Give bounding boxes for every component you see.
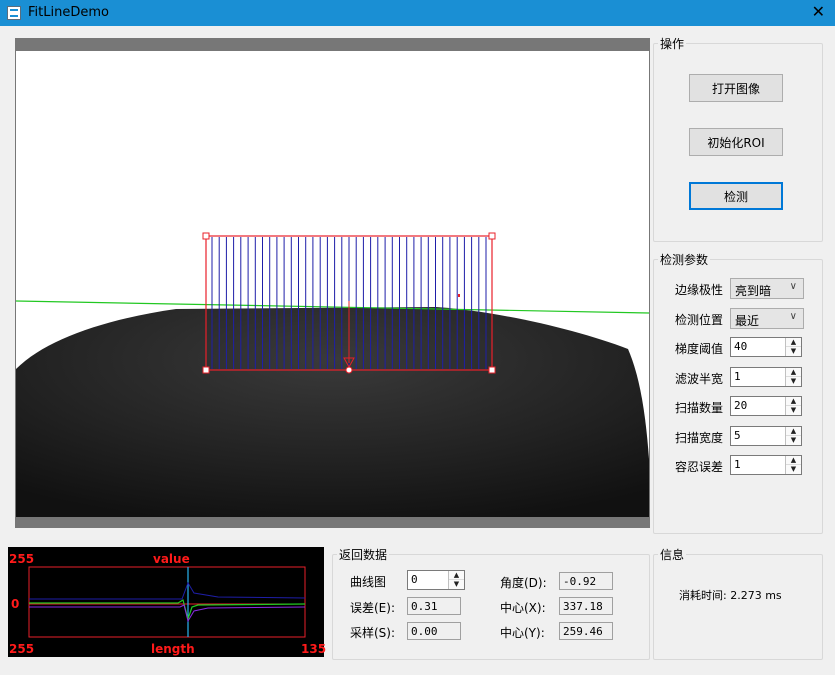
- roi-handle-tl: [202, 232, 210, 240]
- spin-up-icon[interactable]: ▲: [449, 571, 464, 580]
- roi-handle-tr: [488, 232, 496, 240]
- detect-position-select[interactable]: 最近 ∨: [730, 308, 804, 329]
- plot-value-label: value: [153, 552, 190, 566]
- curve-spinbox[interactable]: 0 ▲ ▼: [407, 570, 465, 590]
- gradient-threshold-value: 40: [734, 340, 748, 353]
- plot-length-label: length: [151, 642, 195, 656]
- image-top-border: [16, 39, 649, 51]
- tolerance-value: 1: [734, 458, 741, 471]
- results-legend: 返回数据: [339, 548, 388, 562]
- edge-polarity-select[interactable]: 亮到暗 ∨: [730, 278, 804, 299]
- center-x-value: 337.18: [563, 600, 603, 613]
- spin-buttons[interactable]: ▲ ▼: [785, 456, 801, 474]
- spin-up-icon[interactable]: ▲: [786, 338, 801, 347]
- title-bar: FitLineDemo ✕: [0, 0, 835, 26]
- sample-label: 采样(S):: [350, 626, 396, 640]
- center-y-label: 中心(Y):: [500, 626, 545, 640]
- edge-polarity-value: 亮到暗: [735, 284, 772, 298]
- roi-handle-br: [488, 366, 496, 374]
- scan-width-label: 扫描宽度: [675, 431, 724, 445]
- spin-buttons[interactable]: ▲ ▼: [785, 368, 801, 386]
- chevron-down-icon: ∨: [789, 311, 797, 322]
- spin-down-icon[interactable]: ▼: [786, 377, 801, 386]
- app-icon: [7, 6, 21, 20]
- spin-down-icon[interactable]: ▼: [449, 580, 464, 589]
- scan-count-label: 扫描数量: [675, 401, 724, 415]
- plot-top-left-label: 255: [9, 552, 35, 566]
- plot-frame: [28, 566, 306, 638]
- spin-buttons[interactable]: ▲ ▼: [448, 571, 464, 589]
- angle-value: -0.92: [563, 575, 597, 588]
- scan-count-spinbox[interactable]: 20 ▲ ▼: [730, 396, 802, 416]
- spin-up-icon[interactable]: ▲: [786, 427, 801, 436]
- center-y-field[interactable]: 259.46: [559, 622, 613, 640]
- filter-half-width-spinbox[interactable]: 1 ▲ ▼: [730, 367, 802, 387]
- operations-legend: 操作: [660, 37, 685, 51]
- scan-count-value: 20: [734, 399, 748, 412]
- image-bottom-border: [16, 517, 649, 527]
- spin-down-icon[interactable]: ▼: [786, 465, 801, 474]
- spin-down-icon[interactable]: ▼: [786, 347, 801, 356]
- curve-plot: 255 value 0 255 length 135: [8, 547, 327, 657]
- tolerance-label: 容忍误差: [675, 460, 724, 474]
- spin-up-icon[interactable]: ▲: [786, 456, 801, 465]
- sample-value: 0.00: [411, 625, 438, 638]
- angle-label: 角度(D):: [500, 576, 547, 590]
- scan-width-value: 5: [734, 429, 741, 442]
- chevron-down-icon: ∨: [789, 281, 797, 292]
- filter-half-width-label: 滤波半宽: [675, 372, 724, 386]
- window-title: FitLineDemo: [28, 5, 109, 20]
- plot-bottom-left-label: 255: [9, 642, 35, 656]
- roi-center-marker: [458, 294, 460, 297]
- error-label: 误差(E):: [350, 601, 395, 615]
- spin-down-icon[interactable]: ▼: [786, 406, 801, 415]
- gradient-threshold-label: 梯度阈值: [675, 342, 724, 356]
- info-group: 信息: [653, 546, 823, 660]
- center-x-field[interactable]: 337.18: [559, 597, 613, 615]
- params-legend: 检测参数: [660, 253, 709, 267]
- image-viewer[interactable]: [15, 38, 650, 528]
- spin-buttons[interactable]: ▲ ▼: [785, 338, 801, 356]
- sample-field[interactable]: 0.00: [407, 622, 461, 640]
- spin-up-icon[interactable]: ▲: [786, 397, 801, 406]
- spin-down-icon[interactable]: ▼: [786, 436, 801, 445]
- curve-value: 0: [411, 573, 418, 586]
- filter-half-width-value: 1: [734, 370, 741, 383]
- gradient-threshold-spinbox[interactable]: 40 ▲ ▼: [730, 337, 802, 357]
- center-y-value: 259.46: [563, 625, 603, 638]
- angle-field[interactable]: -0.92: [559, 572, 613, 590]
- curve-green: [29, 599, 306, 622]
- elapsed-time-text: 消耗时间: 2.273 ms: [679, 589, 782, 602]
- dark-object: [16, 307, 649, 517]
- detect-position-label: 检测位置: [675, 313, 724, 327]
- curve-blue: [29, 581, 306, 600]
- scan-width-spinbox[interactable]: 5 ▲ ▼: [730, 426, 802, 446]
- error-value: 0.31: [411, 600, 438, 613]
- open-image-button[interactable]: 打开图像: [689, 74, 783, 102]
- edge-polarity-label: 边缘极性: [675, 283, 724, 297]
- detect-position-value: 最近: [735, 314, 760, 328]
- init-roi-button[interactable]: 初始化ROI: [689, 128, 783, 156]
- error-field[interactable]: 0.31: [407, 597, 461, 615]
- roi-handle-bl: [202, 366, 210, 374]
- spin-buttons[interactable]: ▲ ▼: [785, 397, 801, 415]
- curve-purple: [29, 604, 306, 623]
- spin-buttons[interactable]: ▲ ▼: [785, 427, 801, 445]
- center-x-label: 中心(X):: [500, 601, 546, 615]
- close-button[interactable]: ✕: [812, 2, 825, 21]
- plot-bottom-right-label: 135: [301, 642, 327, 656]
- tolerance-spinbox[interactable]: 1 ▲ ▼: [730, 455, 802, 475]
- plot-zero-label: 0: [11, 597, 20, 611]
- spin-up-icon[interactable]: ▲: [786, 368, 801, 377]
- image-canvas: [16, 39, 649, 527]
- curve-label: 曲线图: [350, 575, 387, 589]
- info-legend: 信息: [660, 548, 685, 562]
- detect-button[interactable]: 检测: [689, 182, 783, 210]
